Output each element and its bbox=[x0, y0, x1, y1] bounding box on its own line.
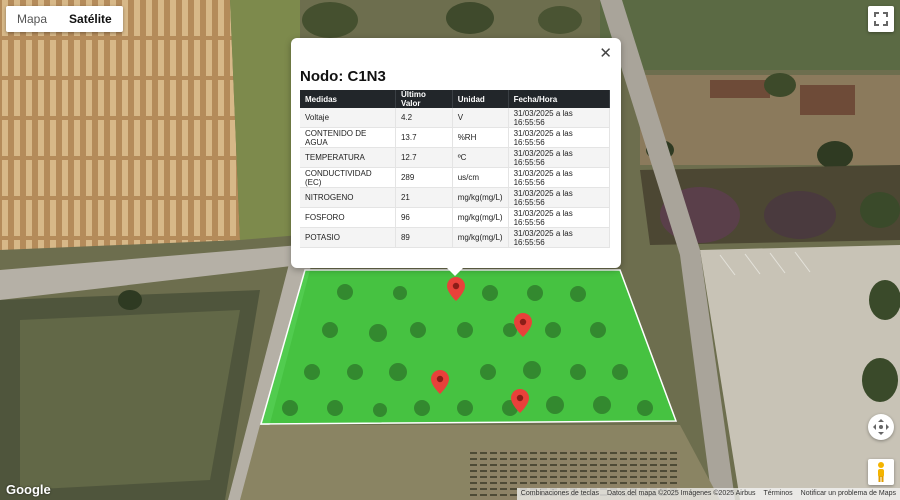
close-icon[interactable]: ✕ bbox=[599, 44, 612, 62]
fullscreen-icon bbox=[874, 12, 888, 26]
cell-value: 21 bbox=[395, 187, 453, 208]
cell-unit: V bbox=[452, 108, 509, 128]
google-logo[interactable]: Google bbox=[6, 482, 51, 497]
cell-unit: mg/kg(mg/L) bbox=[452, 227, 509, 248]
cell-unit: mg/kg(mg/L) bbox=[452, 187, 509, 208]
cell-value: 289 bbox=[395, 167, 453, 188]
map-type-map-button[interactable]: Mapa bbox=[6, 6, 58, 32]
camera-control-icon bbox=[873, 419, 889, 435]
cell-measure: TEMPERATURA bbox=[300, 147, 396, 168]
table-row: CONTENIDO DE AGUA 13.7 %RH 31/03/2025 a … bbox=[300, 127, 611, 148]
column-header-unit: Unidad bbox=[452, 90, 509, 108]
map-type-control: Mapa Satélite bbox=[6, 6, 123, 32]
sensor-marker[interactable] bbox=[511, 389, 529, 413]
node-title: Nodo: C1N3 bbox=[300, 68, 386, 85]
fullscreen-button[interactable] bbox=[868, 6, 894, 32]
sensor-marker[interactable] bbox=[514, 313, 532, 337]
cell-value: 4.2 bbox=[395, 108, 453, 128]
cell-datetime: 31/03/2025 a las 16:55:56 bbox=[508, 187, 611, 208]
cell-value: 13.7 bbox=[395, 127, 453, 148]
column-header-measure: Medidas bbox=[300, 90, 396, 108]
cell-measure: POTASIO bbox=[300, 227, 396, 248]
pegman-icon bbox=[878, 462, 884, 482]
street-view-button[interactable] bbox=[868, 459, 894, 485]
sensor-marker[interactable] bbox=[431, 370, 449, 394]
cell-measure: NITROGENO bbox=[300, 187, 396, 208]
table-row: CONDUCTIVIDAD (EC) 289 us/cm 31/03/2025 … bbox=[300, 167, 611, 188]
cell-measure: CONTENIDO DE AGUA bbox=[300, 127, 396, 148]
cell-unit: %RH bbox=[452, 127, 509, 148]
camera-control-button[interactable] bbox=[868, 414, 894, 440]
cell-datetime: 31/03/2025 a las 16:55:56 bbox=[508, 147, 611, 168]
table-row: POTASIO 89 mg/kg(mg/L) 31/03/2025 a las … bbox=[300, 227, 611, 248]
cell-unit: us/cm bbox=[452, 167, 509, 188]
cell-value: 12.7 bbox=[395, 147, 453, 168]
cell-measure: FOSFORO bbox=[300, 207, 396, 228]
cell-datetime: 31/03/2025 a las 16:55:56 bbox=[508, 227, 611, 248]
cell-unit: ºC bbox=[452, 147, 509, 168]
keyboard-shortcuts-link[interactable]: Combinaciones de teclas bbox=[517, 488, 603, 500]
table-row: TEMPERATURA 12.7 ºC 31/03/2025 a las 16:… bbox=[300, 147, 611, 168]
cell-datetime: 31/03/2025 a las 16:55:56 bbox=[508, 108, 611, 128]
cell-measure: CONDUCTIVIDAD (EC) bbox=[300, 167, 396, 188]
cell-value: 96 bbox=[395, 207, 453, 228]
cell-datetime: 31/03/2025 a las 16:55:56 bbox=[508, 127, 611, 148]
terms-link[interactable]: Términos bbox=[759, 488, 796, 500]
cell-unit: mg/kg(mg/L) bbox=[452, 207, 509, 228]
sensor-marker[interactable] bbox=[447, 277, 465, 301]
node-info-window: ✕ Nodo: C1N3 Medidas Último Valor Unidad… bbox=[291, 38, 621, 276]
cell-datetime: 31/03/2025 a las 16:55:56 bbox=[508, 167, 611, 188]
cell-datetime: 31/03/2025 a las 16:55:56 bbox=[508, 207, 611, 228]
table-header-row: Medidas Último Valor Unidad Fecha/Hora bbox=[300, 90, 611, 108]
table-row: NITROGENO 21 mg/kg(mg/L) 31/03/2025 a la… bbox=[300, 187, 611, 208]
map-type-satellite-button[interactable]: Satélite bbox=[58, 6, 123, 32]
report-problem-link[interactable]: Notificar un problema de Maps bbox=[797, 488, 900, 500]
map-attribution-bar: Combinaciones de teclas Datos del mapa ©… bbox=[516, 488, 900, 500]
table-row: FOSFORO 96 mg/kg(mg/L) 31/03/2025 a las … bbox=[300, 207, 611, 228]
column-header-last-value: Último Valor bbox=[395, 90, 453, 108]
measurements-table: Medidas Último Valor Unidad Fecha/Hora V… bbox=[300, 90, 611, 248]
cell-measure: Voltaje bbox=[300, 108, 396, 128]
table-row: Voltaje 4.2 V 31/03/2025 a las 16:55:56 bbox=[300, 108, 611, 128]
map-data-attribution: Datos del mapa ©2025 Imágenes ©2025 Airb… bbox=[607, 490, 756, 497]
column-header-datetime: Fecha/Hora bbox=[508, 90, 611, 108]
cell-value: 89 bbox=[395, 227, 453, 248]
satellite-map[interactable]: Mapa Satélite ✕ Nodo: C1N3 Medidas Últim… bbox=[0, 0, 900, 500]
